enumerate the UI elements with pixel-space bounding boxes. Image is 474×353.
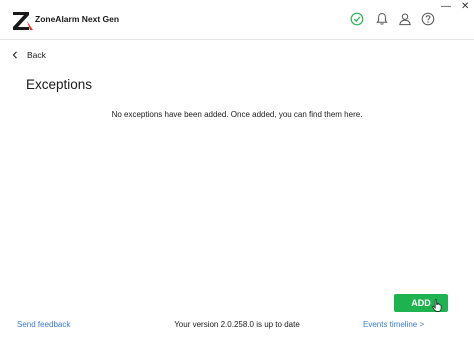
zonealarm-logo-icon [13, 12, 33, 30]
chevron-left-icon [12, 51, 17, 59]
page-title: Exceptions [26, 77, 93, 92]
send-feedback-link[interactable]: Send feedback [17, 320, 70, 329]
close-button[interactable]: ✕ [461, 2, 469, 12]
status-ok-icon[interactable] [350, 12, 364, 26]
bell-icon[interactable] [375, 12, 389, 26]
app-window: ZoneAlarm Next Gen — ✕ Back Exceptions N… [0, 0, 474, 353]
minimize-button[interactable]: — [441, 2, 451, 12]
add-button[interactable]: ADD [394, 294, 448, 312]
user-icon[interactable] [398, 12, 412, 26]
app-header: ZoneAlarm Next Gen — ✕ [0, 0, 474, 40]
empty-state-message: No exceptions have been added. Once adde… [111, 110, 363, 119]
back-button[interactable]: Back [12, 49, 46, 61]
help-icon[interactable] [421, 12, 435, 26]
app-title: ZoneAlarm Next Gen [35, 14, 120, 24]
back-label: Back [27, 50, 46, 60]
events-timeline-link[interactable]: Events timeline > [363, 320, 424, 329]
